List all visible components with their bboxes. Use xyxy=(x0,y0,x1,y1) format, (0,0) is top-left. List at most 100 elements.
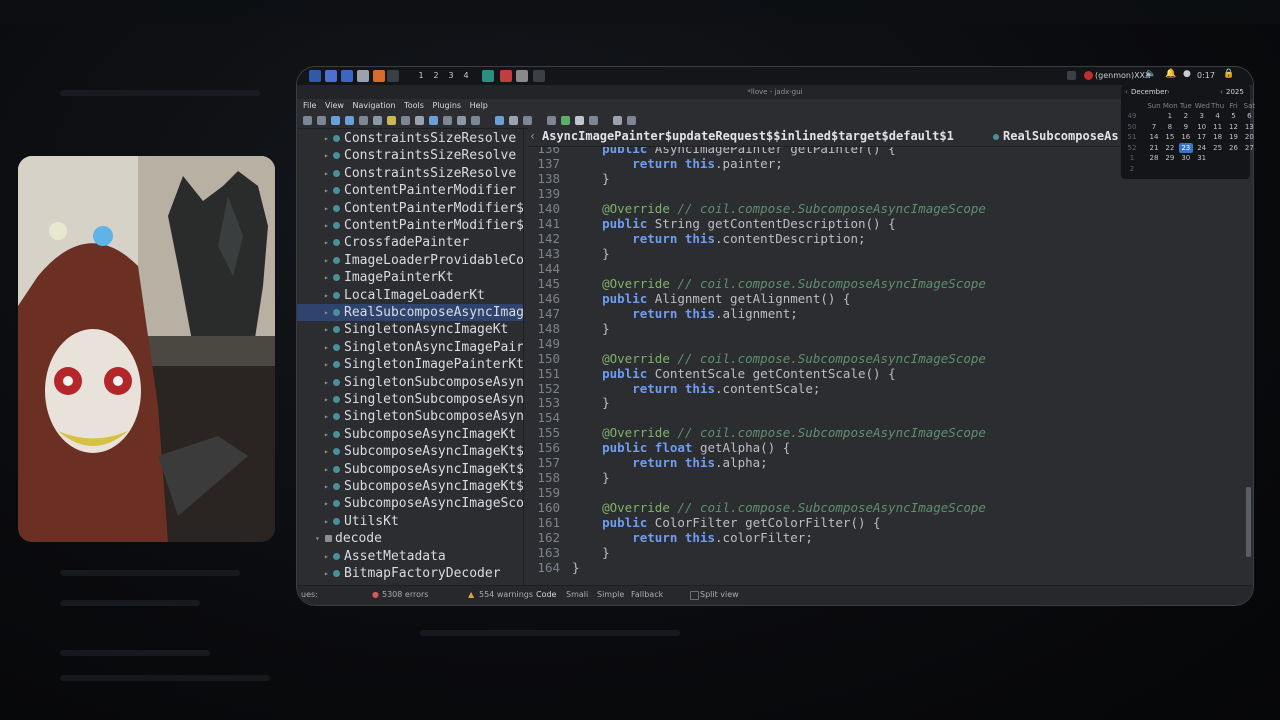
error-count[interactable]: 5308 errors xyxy=(382,586,428,604)
calendar-day[interactable]: 20 xyxy=(1242,132,1256,142)
toolbar-button-icon[interactable] xyxy=(627,116,636,125)
tab-smali[interactable]: Smali xyxy=(566,586,588,604)
calendar-day[interactable]: 31 xyxy=(1195,153,1209,163)
toolbar-button-icon[interactable] xyxy=(575,116,584,125)
toolbar-button-icon[interactable] xyxy=(523,116,532,125)
collapse-arrow-icon[interactable]: ▸ xyxy=(324,147,332,164)
tree-class-item[interactable]: ▸ ConstraintsSizeResolve xyxy=(297,147,523,164)
calendar-day[interactable]: 6 xyxy=(1242,111,1256,121)
toolbar-button-icon[interactable] xyxy=(345,116,354,125)
calendar-day[interactable]: 4 xyxy=(1211,111,1225,121)
tree-class-item[interactable]: ▸ SingletonSubcomposeAsyn xyxy=(297,374,523,391)
collapse-arrow-icon[interactable]: ▸ xyxy=(324,130,332,147)
files-icon[interactable] xyxy=(341,70,353,82)
calendar-day[interactable]: 27 xyxy=(1242,143,1256,153)
app-menu-icon[interactable] xyxy=(309,70,321,82)
tree-class-item[interactable]: ▸ SubcomposeAsyncImageSco xyxy=(297,495,523,512)
collapse-arrow-icon[interactable]: ▸ xyxy=(324,426,332,443)
calendar-day[interactable]: 30 xyxy=(1179,153,1193,163)
workspace-4[interactable]: 4 xyxy=(460,70,472,82)
collapse-arrow-icon[interactable]: ▸ xyxy=(324,461,332,478)
collapse-arrow-icon[interactable]: ▸ xyxy=(324,391,332,408)
tree-class-item[interactable]: ▸ SingletonAsyncImageKt xyxy=(297,321,523,338)
workspace-1[interactable]: 1 xyxy=(415,70,427,82)
class-tree[interactable]: ▸ ConstraintsSizeResolve ▸ ConstraintsSizeR… xyxy=(297,129,524,585)
collapse-arrow-icon[interactable]: ▸ xyxy=(324,408,332,425)
toolbar-button-icon[interactable] xyxy=(331,116,340,125)
workspace-3[interactable]: 3 xyxy=(445,70,457,82)
power-icon[interactable]: ● xyxy=(1183,69,1191,79)
calendar-day[interactable]: 12 xyxy=(1227,122,1241,132)
toolbar-button-icon[interactable] xyxy=(387,116,396,125)
toolbar-button-icon[interactable] xyxy=(429,116,438,125)
task-icon[interactable] xyxy=(500,70,512,82)
toolbar-button-icon[interactable] xyxy=(317,116,326,125)
tab-real-subcompose[interactable]: RealSubcomposeAs xyxy=(1003,129,1119,143)
collapse-arrow-icon[interactable]: ▸ xyxy=(324,304,332,321)
tree-class-item[interactable]: ▸ SingletonImagePainterKt xyxy=(297,356,523,373)
tab-async-image-painter[interactable]: AsyncImagePainter$updateRequest$$inlined… xyxy=(542,129,954,143)
toolbar-button-icon[interactable] xyxy=(373,116,382,125)
calendar-day[interactable]: 14 xyxy=(1147,132,1161,142)
collapse-arrow-icon[interactable]: ▸ xyxy=(324,165,332,182)
collapse-arrow-icon[interactable]: ▸ xyxy=(324,339,332,356)
calendar-day[interactable]: 8 xyxy=(1163,122,1177,132)
tree-class-item[interactable]: ▸ UtilsKt xyxy=(297,513,523,530)
calendar-day[interactable]: 13 xyxy=(1242,122,1256,132)
collapse-arrow-icon[interactable]: ▸ xyxy=(324,443,332,460)
toolbar-button-icon[interactable] xyxy=(401,116,410,125)
calendar-day[interactable]: 22 xyxy=(1163,143,1177,153)
calendar-day[interactable]: 28 xyxy=(1147,153,1161,163)
prev-month-icon[interactable]: ‹ xyxy=(1125,88,1128,96)
volume-icon[interactable]: 🔈 xyxy=(1145,69,1156,79)
toolbar-button-icon[interactable] xyxy=(561,116,570,125)
tree-class-item[interactable]: ▸ SubcomposeAsyncImageKt xyxy=(297,426,523,443)
collapse-arrow-icon[interactable]: ▸ xyxy=(324,513,332,530)
tree-class-item[interactable]: ▸ CrossfadePainter xyxy=(297,234,523,251)
collapse-arrow-icon[interactable]: ▸ xyxy=(324,200,332,217)
calendar-month[interactable]: December xyxy=(1131,88,1167,96)
toolbar-button-icon[interactable] xyxy=(547,116,556,125)
browser-icon[interactable] xyxy=(373,70,385,82)
expand-arrow-icon[interactable]: ▾ xyxy=(315,530,323,547)
menu-view[interactable]: View xyxy=(325,101,344,110)
task-icon[interactable] xyxy=(533,70,545,82)
tree-class-item[interactable]: ▸ AssetMetadata xyxy=(297,548,523,565)
menu-tools[interactable]: Tools xyxy=(404,101,424,110)
menu-plugins[interactable]: Plugins xyxy=(432,101,461,110)
calendar-day[interactable]: 17 xyxy=(1195,132,1209,142)
window-icon[interactable] xyxy=(387,70,399,82)
tab-code[interactable]: Code xyxy=(536,586,556,604)
toolbar-button-icon[interactable] xyxy=(415,116,424,125)
terminal-icon[interactable] xyxy=(325,70,337,82)
tree-class-item[interactable]: ▸ SingletonSubcomposeAsyn xyxy=(297,408,523,425)
calendar-day[interactable]: 15 xyxy=(1163,132,1177,142)
tab-scroll-left-icon[interactable]: ‹ xyxy=(529,129,536,143)
tree-class-item[interactable]: ▸ ContentPainterModifier$ xyxy=(297,217,523,234)
collapse-arrow-icon[interactable]: ▸ xyxy=(324,374,332,391)
calendar-day[interactable]: 26 xyxy=(1227,143,1241,153)
tree-class-item[interactable]: ▸ LocalImageLoaderKt xyxy=(297,287,523,304)
tree-class-item[interactable]: ▸ BitmapFactoryDecoder xyxy=(297,565,523,582)
calendar-year[interactable]: 2025 xyxy=(1226,88,1244,96)
toolbar-button-icon[interactable] xyxy=(589,116,598,125)
collapse-arrow-icon[interactable]: ▸ xyxy=(324,478,332,495)
tree-class-item[interactable]: ▸ SingletonAsyncImagePair xyxy=(297,339,523,356)
code-editor[interactable]: 136 137 138 139 140 141 142 143 144 145 146 147 148 1… xyxy=(528,147,1253,585)
calendar-day[interactable]: 11 xyxy=(1211,122,1225,132)
calendar-day[interactable]: 7 xyxy=(1147,122,1161,132)
clock[interactable]: 0:17 xyxy=(1197,71,1215,80)
tree-class-item[interactable]: ▸ SingletonSubcomposeAsyn xyxy=(297,391,523,408)
tree-package[interactable]: ▾ decode xyxy=(297,530,523,547)
notification-icon[interactable]: 🔔 xyxy=(1165,69,1176,79)
jadx-task-icon[interactable] xyxy=(482,70,494,82)
collapse-arrow-icon[interactable]: ▸ xyxy=(324,356,332,373)
collapse-arrow-icon[interactable]: ▸ xyxy=(324,252,332,269)
collapse-arrow-icon[interactable]: ▸ xyxy=(324,565,332,582)
tree-class-item[interactable]: ▸ ContentPainterModifier$ xyxy=(297,200,523,217)
split-view-checkbox[interactable] xyxy=(690,591,699,600)
tree-class-item[interactable]: ▸ ConstraintsSizeResolve xyxy=(297,165,523,182)
tab-fallback[interactable]: Fallback xyxy=(631,586,663,604)
tree-class-item[interactable]: ▸ RealSubcomposeAsyncImag xyxy=(297,304,523,321)
menu-file[interactable]: File xyxy=(303,101,316,110)
